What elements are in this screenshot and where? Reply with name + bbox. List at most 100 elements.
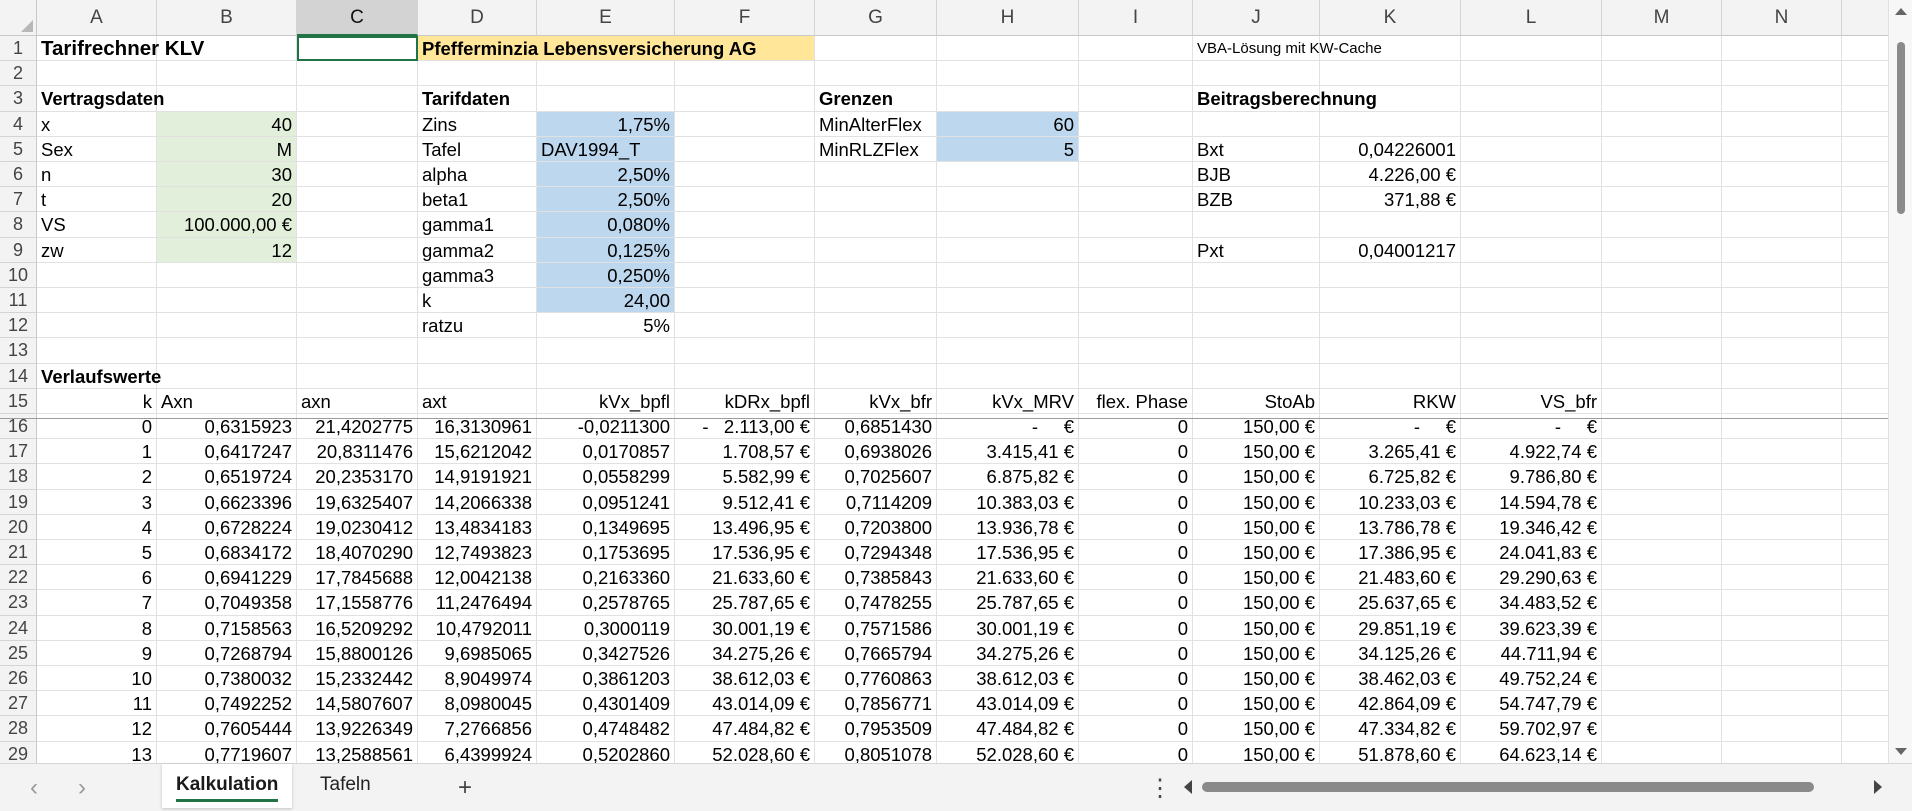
more-options-icon[interactable]: ⋮ — [1148, 774, 1172, 803]
cell-e18[interactable]: 0,0558299 — [537, 464, 675, 490]
cell-l24[interactable]: 39.623,39 € — [1461, 615, 1602, 641]
grid-cell[interactable] — [1461, 262, 1602, 288]
grid-cell[interactable] — [675, 187, 815, 213]
grid-cell[interactable] — [1079, 262, 1193, 288]
grid-cell[interactable] — [1722, 716, 1842, 742]
cell-b19[interactable]: 0,6623396 — [157, 489, 297, 515]
grid-cell[interactable] — [1722, 338, 1842, 364]
grid-cell[interactable] — [418, 338, 537, 364]
cell-i17[interactable]: 0 — [1079, 439, 1193, 465]
cell-f15[interactable]: kDRx_bpfl — [675, 388, 815, 414]
grid-cell[interactable] — [1722, 162, 1842, 188]
grid-cell[interactable] — [1079, 86, 1193, 112]
grid-cell[interactable] — [157, 338, 297, 364]
grid-cell[interactable] — [1079, 61, 1193, 87]
grid-cell[interactable] — [1722, 61, 1842, 87]
grid-cell[interactable] — [157, 262, 297, 288]
grid-cell[interactable] — [1722, 615, 1842, 641]
grid-cell[interactable] — [537, 338, 675, 364]
cell-l28[interactable]: 59.702,97 € — [1461, 716, 1602, 742]
cell-a14[interactable]: Verlaufswerte — [37, 364, 297, 389]
grid-cell[interactable] — [37, 338, 157, 364]
grid-cell[interactable] — [815, 262, 937, 288]
grid-cell[interactable] — [1842, 464, 1888, 490]
cell-k18[interactable]: 6.725,82 € — [1320, 464, 1461, 490]
cell-f22[interactable]: 21.633,60 € — [675, 565, 815, 591]
row-header-19[interactable]: 19 — [0, 489, 37, 515]
cell-e9[interactable]: 0,125% — [537, 237, 675, 263]
cell-c28[interactable]: 13,9226349 — [297, 716, 418, 742]
grid-cell[interactable] — [815, 237, 937, 263]
cell-d10[interactable]: gamma3 — [418, 262, 537, 288]
cell-a17[interactable]: 1 — [37, 439, 157, 465]
cell-d5[interactable]: Tafel — [418, 136, 537, 162]
grid-cell[interactable] — [297, 288, 418, 314]
cell-b9[interactable]: 12 — [157, 237, 297, 263]
grid-cell[interactable] — [815, 363, 937, 389]
grid-cell[interactable] — [1320, 262, 1461, 288]
cell-j23[interactable]: 150,00 € — [1193, 590, 1320, 616]
cell-b7[interactable]: 20 — [157, 187, 297, 213]
grid-cell[interactable] — [1722, 741, 1842, 763]
cell-d4[interactable]: Zins — [418, 111, 537, 137]
cell-c29[interactable]: 13,2588561 — [297, 741, 418, 763]
grid-cell[interactable] — [1602, 716, 1722, 742]
grid-cell[interactable] — [1602, 363, 1722, 389]
cell-d18[interactable]: 14,9191921 — [418, 464, 537, 490]
grid-cell[interactable] — [1722, 388, 1842, 414]
grid-cell[interactable] — [1320, 111, 1461, 137]
grid-cell[interactable] — [1842, 338, 1888, 364]
cell-l27[interactable]: 54.747,79 € — [1461, 691, 1602, 717]
cell-g15[interactable]: kVx_bfr — [815, 388, 937, 414]
column-header-k[interactable]: K — [1320, 0, 1461, 36]
grid-cell[interactable] — [675, 338, 815, 364]
grid-cell[interactable] — [1320, 338, 1461, 364]
cell-a18[interactable]: 2 — [37, 464, 157, 490]
cell-g4[interactable]: MinAlterFlex — [815, 111, 937, 137]
cell-j28[interactable]: 150,00 € — [1193, 716, 1320, 742]
cell-f26[interactable]: 38.612,03 € — [675, 666, 815, 692]
cell-i27[interactable]: 0 — [1079, 691, 1193, 717]
cell-i23[interactable]: 0 — [1079, 590, 1193, 616]
cell-i15[interactable]: flex. Phase — [1079, 388, 1193, 414]
grid-cell[interactable] — [1461, 363, 1602, 389]
cell-i18[interactable]: 0 — [1079, 464, 1193, 490]
cell-j21[interactable]: 150,00 € — [1193, 540, 1320, 566]
grid-cell[interactable] — [1722, 363, 1842, 389]
cell-b20[interactable]: 0,6728224 — [157, 514, 297, 540]
cell-j18[interactable]: 150,00 € — [1193, 464, 1320, 490]
cell-a5[interactable]: Sex — [37, 136, 157, 162]
cell-a9[interactable]: zw — [37, 237, 157, 263]
grid-cell[interactable] — [1842, 590, 1888, 616]
cell-e20[interactable]: 0,1349695 — [537, 514, 675, 540]
row-header-1[interactable]: 1 — [0, 36, 37, 62]
grid-cell[interactable] — [1461, 136, 1602, 162]
cell-e4[interactable]: 1,75% — [537, 111, 675, 137]
cell-i24[interactable]: 0 — [1079, 615, 1193, 641]
cell-k20[interactable]: 13.786,78 € — [1320, 514, 1461, 540]
grid-cell[interactable] — [937, 237, 1079, 263]
cell-a26[interactable]: 10 — [37, 666, 157, 692]
cell-b22[interactable]: 0,6941229 — [157, 565, 297, 591]
cell-g18[interactable]: 0,7025607 — [815, 464, 937, 490]
row-header-9[interactable]: 9 — [0, 237, 37, 263]
cell-c25[interactable]: 15,8800126 — [297, 640, 418, 666]
cell-e23[interactable]: 0,2578765 — [537, 590, 675, 616]
cell-a29[interactable]: 13 — [37, 741, 157, 763]
grid-cell[interactable] — [1602, 86, 1722, 112]
vertical-scroll-thumb[interactable] — [1897, 42, 1905, 214]
cell-d25[interactable]: 9,6985065 — [418, 640, 537, 666]
grid-cell[interactable] — [1602, 237, 1722, 263]
cell-b28[interactable]: 0,7605444 — [157, 716, 297, 742]
grid-cell[interactable] — [1722, 540, 1842, 566]
cell-c15[interactable]: axn — [297, 388, 418, 414]
cell-j29[interactable]: 150,00 € — [1193, 741, 1320, 763]
spreadsheet-grid[interactable]: ABCDEFGHIJKLMNO 123456789101112131415161… — [0, 0, 1888, 763]
grid-cell[interactable] — [1602, 111, 1722, 137]
cell-l18[interactable]: 9.786,80 € — [1461, 464, 1602, 490]
cell-a8[interactable]: VS — [37, 212, 157, 238]
column-header-a[interactable]: A — [37, 0, 157, 36]
scroll-right-icon[interactable] — [1874, 780, 1882, 794]
cell-j25[interactable]: 150,00 € — [1193, 640, 1320, 666]
column-header-l[interactable]: L — [1461, 0, 1602, 36]
